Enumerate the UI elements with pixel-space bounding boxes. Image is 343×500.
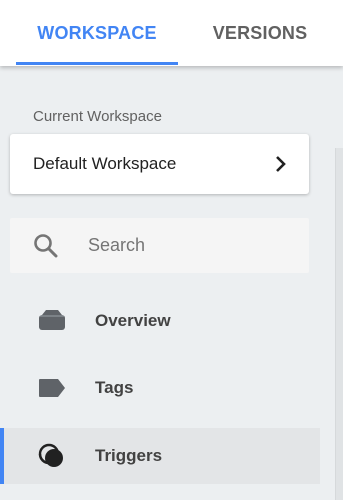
sidebar-item-label: Tags <box>95 378 134 397</box>
active-tab-indicator <box>16 62 178 65</box>
search-input[interactable] <box>88 228 293 262</box>
tab-workspace[interactable]: WORKSPACE <box>16 0 178 66</box>
tab-bar: WORKSPACE VERSIONS <box>0 0 343 66</box>
search-box <box>10 218 309 273</box>
workspace-selector[interactable]: Default Workspace <box>10 134 309 194</box>
sidebar-item-overview[interactable]: Overview <box>0 293 320 349</box>
sidebar-item-tags[interactable]: Tags <box>0 360 320 416</box>
tag-icon <box>39 379 65 397</box>
workspace-name: Default Workspace <box>33 154 177 173</box>
tab-versions[interactable]: VERSIONS <box>196 0 324 66</box>
trigger-icon <box>38 443 63 467</box>
search-icon <box>34 234 58 258</box>
sidebar-item-label: Triggers <box>95 446 163 465</box>
sidebar-item-triggers[interactable]: Triggers <box>0 428 320 484</box>
folder-icon <box>39 310 65 330</box>
panel-edge <box>335 148 343 500</box>
active-indicator <box>0 428 4 484</box>
chevron-right-icon <box>276 156 286 172</box>
sidebar-item-label: Overview <box>95 311 171 330</box>
current-workspace-label: Current Workspace <box>33 108 162 125</box>
